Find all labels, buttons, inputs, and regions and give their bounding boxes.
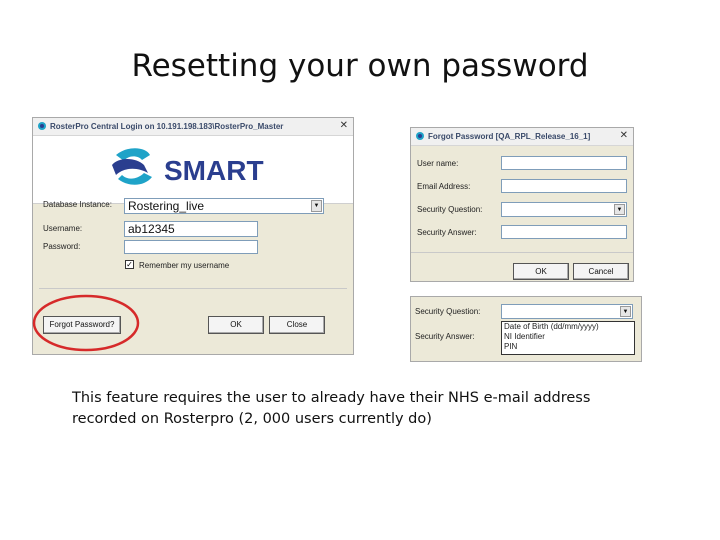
security-question-label: Security Question: (417, 205, 483, 214)
username-label: Username: (43, 224, 83, 233)
close-icon[interactable]: ✕ (340, 120, 348, 131)
close-icon[interactable]: ✕ (620, 130, 628, 141)
app-icon (38, 122, 46, 130)
email-label: Email Address: (417, 182, 471, 191)
username-value: ab12345 (128, 222, 175, 236)
divider (39, 288, 347, 289)
ok-button[interactable]: OK (513, 263, 569, 280)
database-label: Database Instance: (43, 200, 112, 209)
highlight-circle (32, 294, 140, 352)
caption-line-1: This feature requires the user to alread… (72, 390, 591, 406)
login-title-text: RosterPro Central Login on 10.191.198.18… (50, 122, 284, 131)
password-input[interactable] (124, 240, 258, 254)
security-dropdown-panel: Security Question: ▼ Security Answer: Da… (410, 296, 642, 362)
logo-text: SMART (164, 155, 264, 186)
divider (411, 252, 633, 253)
cancel-button[interactable]: Cancel (573, 263, 629, 280)
security-question-label: Security Question: (415, 307, 481, 316)
user-name-label: User name: (417, 159, 459, 168)
username-input[interactable]: ab12345 (124, 221, 258, 237)
chevron-down-icon[interactable]: ▼ (614, 204, 625, 215)
email-input[interactable] (501, 179, 627, 193)
close-button[interactable]: Close (269, 316, 325, 334)
user-name-input[interactable] (501, 156, 627, 170)
login-titlebar: RosterPro Central Login on 10.191.198.18… (33, 118, 353, 136)
security-answer-label: Security Answer: (415, 332, 475, 341)
option-ni[interactable]: NI Identifier (502, 332, 634, 342)
forgot-titlebar: Forgot Password [QA_RPL_Release_16_1] ✕ (411, 128, 633, 146)
database-select[interactable]: Rostering_live ▼ (124, 198, 324, 214)
security-options-list[interactable]: Date of Birth (dd/mm/yyyy) NI Identifier… (501, 321, 635, 355)
remember-label: Remember my username (139, 261, 230, 270)
security-answer-input[interactable] (501, 225, 627, 239)
chevron-down-icon[interactable]: ▼ (311, 200, 322, 212)
database-value: Rostering_live (128, 199, 205, 213)
smart-logo: SMART (112, 148, 264, 186)
option-dob[interactable]: Date of Birth (dd/mm/yyyy) (502, 322, 634, 332)
forgot-password-dialog: Forgot Password [QA_RPL_Release_16_1] ✕ … (410, 127, 634, 282)
caption-line-2: recorded on Rosterpro (2, 000 users curr… (72, 411, 432, 427)
option-pin[interactable]: PIN (502, 342, 634, 352)
security-answer-label: Security Answer: (417, 228, 477, 237)
security-question-select[interactable]: ▼ (501, 304, 633, 319)
security-question-select[interactable]: ▼ (501, 202, 627, 217)
chevron-down-icon[interactable]: ▼ (620, 306, 631, 317)
caption: This feature requires the user to alread… (72, 388, 632, 430)
forgot-title-text: Forgot Password [QA_RPL_Release_16_1] (428, 132, 591, 141)
ok-button[interactable]: OK (208, 316, 264, 334)
logo-banner: SMART (33, 136, 353, 204)
app-icon (416, 132, 424, 140)
password-label: Password: (43, 242, 81, 251)
remember-checkbox[interactable]: ✓ (125, 260, 134, 269)
slide-title: Resetting your own password (131, 48, 589, 84)
